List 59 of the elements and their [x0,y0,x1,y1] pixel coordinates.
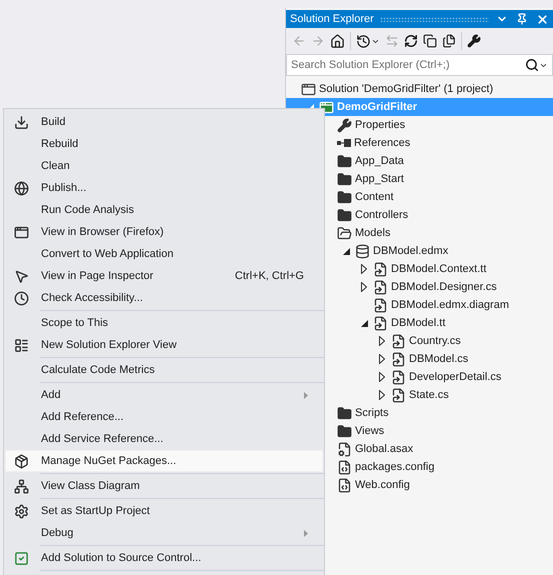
linked-file-icon [391,388,406,402]
collapsed-arrow-icon[interactable] [379,354,385,364]
folder-icon [337,190,352,204]
gear-file-icon [337,442,352,456]
close-icon[interactable] [536,12,548,26]
pin-icon[interactable] [516,13,528,25]
globe-icon [14,180,28,196]
linked-file-icon [391,352,406,366]
stacked-squares-icon[interactable] [423,34,437,48]
database-icon [355,244,370,258]
browser-window-icon [14,224,28,240]
menu-item[interactable]: Set as StartUp Project [5,500,323,522]
diagram-icon [14,478,28,494]
wrench-icon [337,118,352,132]
menu-item[interactable]: Manage NuGet Packages... [5,450,323,472]
package-icon [14,454,28,468]
config-file-icon [337,478,352,492]
download-icon [14,114,28,130]
settings-icon [14,504,28,518]
files-icon[interactable] [442,34,456,48]
linked-file-icon [391,334,406,348]
history-button[interactable] [356,34,380,48]
folder-icon [337,406,352,420]
open-folder-icon [337,226,352,240]
collapsed-arrow-icon[interactable] [361,264,367,274]
menu-item[interactable]: Add Solution to Source Control... [5,547,323,569]
folder-icon [337,208,352,222]
menu-item[interactable]: Debug [5,522,323,544]
collapsed-arrow-icon[interactable] [379,390,385,400]
expanded-arrow-icon[interactable] [360,320,368,326]
solution-icon [301,82,316,96]
list-window-icon [14,338,28,352]
references-icon [337,139,351,147]
home-icon[interactable] [330,34,345,48]
pointer-icon [14,268,28,284]
panel-title: Solution Explorer [290,13,374,25]
collapsed-arrow-icon[interactable] [361,282,367,292]
linked-file-icon [373,316,388,330]
config-file-icon [337,460,352,474]
check-box-icon [14,550,28,566]
linked-file-icon [373,262,388,276]
search-field[interactable]: Search Solution Explorer (Ctrl+;) [291,59,525,71]
menu-item[interactable]: View in Page Inspector Ctrl+K, Ctrl+G [5,265,323,287]
search-icon[interactable] [525,58,539,72]
clock-icon [14,290,28,306]
wrench-icon[interactable] [467,34,481,48]
collapsed-arrow-icon[interactable] [379,336,385,346]
tree-item[interactable]: Solution 'DemoGridFilter' (1 project) [286,80,553,98]
linked-file-icon [373,298,388,312]
folder-icon [337,424,352,438]
folder-icon [337,172,352,186]
linked-file-icon [373,280,388,294]
refresh-icon[interactable] [404,34,418,48]
folder-icon [337,154,352,168]
linked-file-icon [391,370,406,384]
search-box[interactable]: Search Solution Explorer (Ctrl+;) [286,54,553,76]
expanded-arrow-icon[interactable] [342,248,350,254]
collapsed-arrow-icon[interactable] [379,372,385,382]
clock-icon[interactable] [356,34,371,48]
